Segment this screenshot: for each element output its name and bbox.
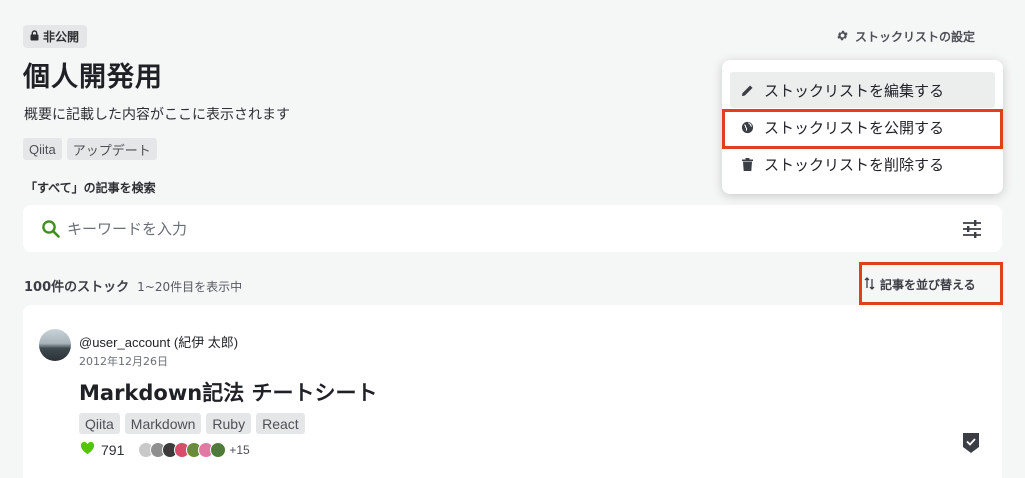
- menu-item-delete[interactable]: ストックリストを削除する: [730, 146, 995, 182]
- search-input[interactable]: [67, 219, 984, 238]
- search-icon: [41, 219, 61, 239]
- article-tag[interactable]: Ruby: [206, 413, 252, 434]
- more-stockers-count: +15: [229, 442, 250, 457]
- lock-icon: [30, 29, 39, 44]
- stocklist-description: 概要に記載した内容がここに表示されます: [24, 107, 290, 123]
- article-tag[interactable]: Markdown: [124, 413, 202, 434]
- heart-icon: [80, 441, 95, 458]
- menu-item-label: ストックリストを公開する: [764, 118, 945, 137]
- author-name[interactable]: @user_account (紀伊 太郎): [79, 332, 238, 351]
- stocklist-tags: Qiita アップデート: [23, 138, 157, 160]
- stock-check-icon[interactable]: [961, 432, 981, 454]
- trash-icon: [740, 157, 754, 171]
- article-stats: 791 +15: [80, 441, 250, 458]
- stocklist-settings-button[interactable]: ストックリストの設定: [836, 28, 975, 45]
- stock-count: 100件のストック: [24, 280, 130, 295]
- article-tag[interactable]: React: [256, 413, 305, 434]
- display-range: 1~20件目を表示中: [137, 280, 243, 294]
- article-title[interactable]: Markdown記法 チートシート: [79, 377, 378, 407]
- tag-qiita[interactable]: Qiita: [23, 138, 62, 160]
- menu-item-edit[interactable]: ストックリストを編集する: [730, 72, 995, 108]
- filter-settings-icon[interactable]: [962, 219, 982, 243]
- article-date: 2012年12月26日: [79, 355, 168, 368]
- page-title: 個人開発用: [23, 62, 163, 93]
- stock-summary: 100件のストック 1~20件目を表示中: [24, 276, 242, 295]
- sort-icon: [864, 276, 875, 293]
- article-card[interactable]: @user_account (紀伊 太郎) 2012年12月26日 Markdo…: [23, 305, 1002, 478]
- pencil-icon: [740, 84, 754, 97]
- globe-icon: [740, 121, 754, 134]
- search-box: [23, 205, 1002, 252]
- sort-label: 記事を並び替える: [880, 278, 976, 292]
- author-avatar[interactable]: [39, 329, 71, 361]
- menu-item-label: ストックリストを編集する: [764, 81, 945, 100]
- article-tags: Qiita Markdown Ruby React: [79, 413, 305, 434]
- sort-articles-button[interactable]: 記事を並び替える: [864, 276, 976, 293]
- stocker-avatars[interactable]: +15: [138, 441, 250, 458]
- search-label: 「すべて」の記事を検索: [25, 181, 156, 195]
- visibility-badge: 非公開: [23, 25, 88, 48]
- article-tag[interactable]: Qiita: [79, 413, 120, 434]
- like-count: 791: [101, 441, 125, 458]
- visibility-badge-label: 非公開: [43, 30, 80, 44]
- menu-item-publish[interactable]: ストックリストを公開する: [730, 109, 995, 145]
- gear-icon: [836, 29, 849, 45]
- menu-item-label: ストックリストを削除する: [764, 155, 945, 174]
- tag-update[interactable]: アップデート: [66, 138, 157, 160]
- stocklist-settings-menu: ストックリストを編集する ストックリストを公開する ストックリストを削除する: [722, 60, 1003, 194]
- stocker-avatar: [210, 441, 227, 458]
- settings-label: ストックリストの設定: [855, 30, 976, 44]
